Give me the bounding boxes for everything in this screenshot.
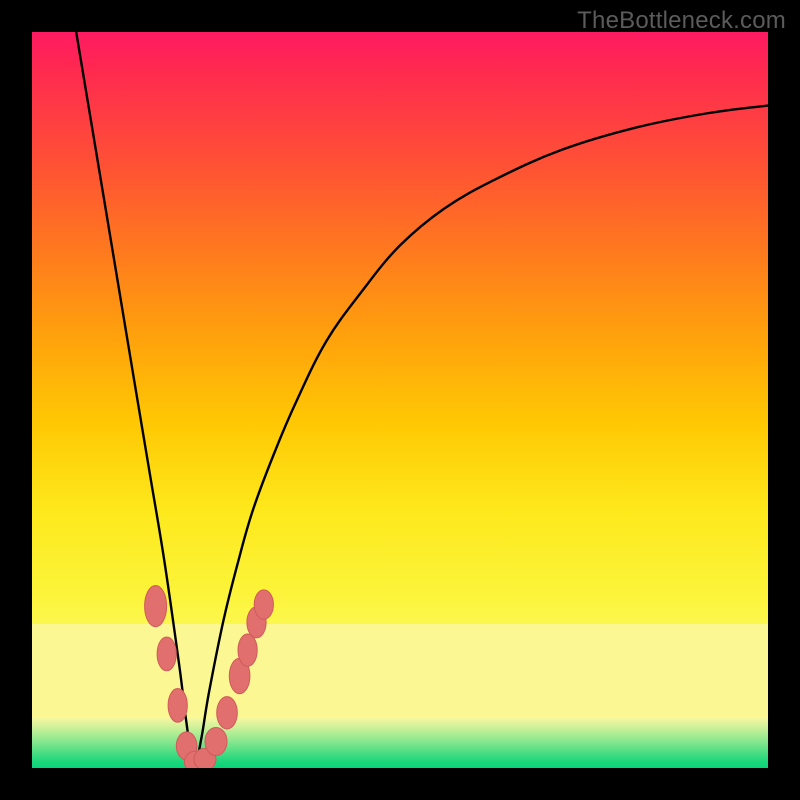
watermark-text: TheBottleneck.com bbox=[577, 7, 786, 35]
curve-marker bbox=[217, 697, 238, 729]
curve-marker bbox=[145, 586, 167, 627]
curve-marker bbox=[157, 637, 176, 671]
chart-frame: TheBottleneck.com bbox=[0, 0, 800, 800]
bottleneck-curve-path bbox=[76, 32, 768, 768]
curve-marker bbox=[168, 689, 187, 723]
plot-area bbox=[32, 32, 768, 768]
curve-markers bbox=[145, 586, 274, 769]
curve-marker bbox=[238, 634, 257, 666]
bottleneck-curve-svg bbox=[32, 32, 768, 768]
curve-marker bbox=[254, 590, 273, 619]
curve-marker bbox=[205, 728, 227, 756]
